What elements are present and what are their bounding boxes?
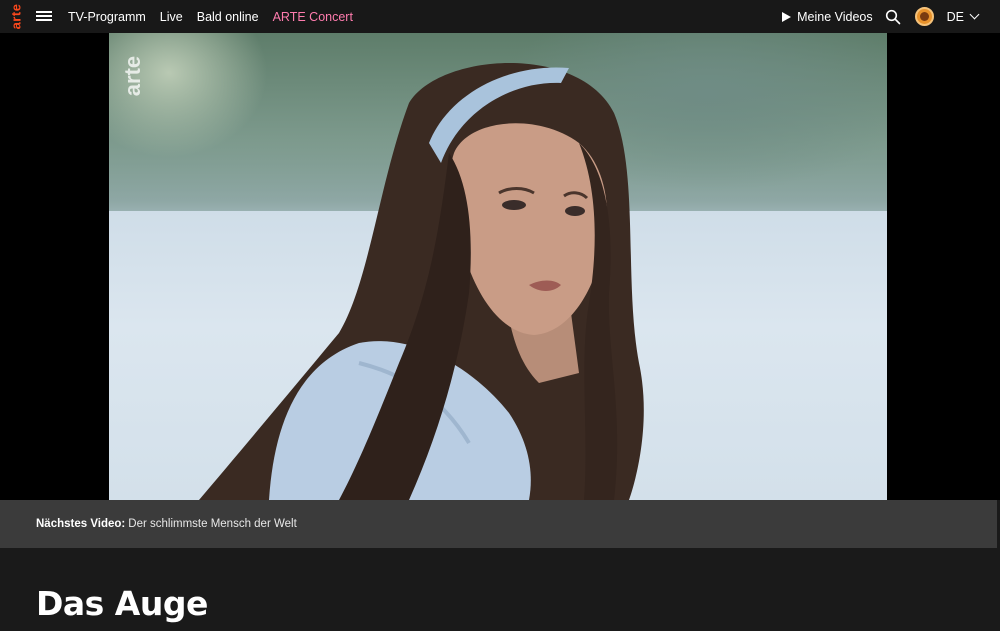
video-watermark: arte xyxy=(120,55,145,97)
chevron-down-icon xyxy=(969,9,980,20)
arte-logo[interactable]: arte xyxy=(6,0,26,33)
video-frame[interactable]: arte xyxy=(109,33,887,500)
video-player: arte xyxy=(0,33,1000,500)
language-label: DE xyxy=(946,9,964,24)
next-video-title[interactable]: Der schlimmste Mensch der Welt xyxy=(128,518,297,530)
my-videos-button[interactable]: Meine Videos xyxy=(782,10,873,24)
play-icon xyxy=(782,11,792,22)
video-still-figure xyxy=(199,63,644,500)
menu-icon[interactable] xyxy=(36,11,52,23)
search-icon[interactable] xyxy=(885,9,901,25)
my-videos-label: Meine Videos xyxy=(797,9,873,24)
next-video-prefix: Nächstes Video: xyxy=(36,518,126,530)
avatar[interactable] xyxy=(914,7,934,26)
nav-item-tv-programm[interactable]: TV-Programm xyxy=(68,10,146,24)
logo-text: arte xyxy=(8,3,24,30)
language-selector[interactable]: DE xyxy=(946,9,980,24)
top-navigation-bar: arte TV-Programm Live Bald online ARTE C… xyxy=(0,0,1000,33)
main-nav: TV-Programm Live Bald online ARTE Concer… xyxy=(68,0,353,33)
nav-item-arte-concert[interactable]: ARTE Concert xyxy=(273,10,353,24)
nav-item-bald-online[interactable]: Bald online xyxy=(197,10,259,24)
header-actions: Meine Videos DE xyxy=(782,0,980,33)
next-video-bar[interactable]: Nächstes Video: Der schlimmste Mensch de… xyxy=(0,500,997,548)
page-title: Das Auge xyxy=(36,584,208,623)
nav-item-live[interactable]: Live xyxy=(160,10,183,24)
